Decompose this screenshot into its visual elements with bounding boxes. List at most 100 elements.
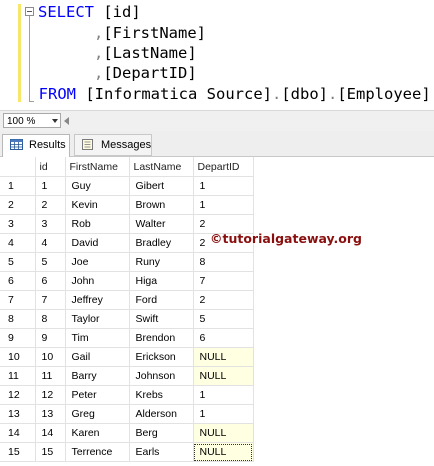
cell-id[interactable]: 3 (35, 214, 66, 234)
cell-id[interactable]: 9 (35, 328, 66, 348)
table-row[interactable]: 1 1 Guy Gibert 1 (0, 176, 254, 196)
cell-id[interactable]: 13 (35, 404, 66, 424)
cell-firstname[interactable]: Rob (65, 214, 130, 234)
row-number[interactable]: 3 (0, 214, 36, 234)
cell-lastname[interactable]: Runy (129, 252, 194, 272)
table-row[interactable]: 2 2 Kevin Brown 1 (0, 195, 254, 215)
row-number[interactable]: 11 (0, 366, 36, 386)
cell-firstname[interactable]: Guy (65, 176, 130, 196)
cell-firstname[interactable]: Gail (65, 347, 130, 367)
table-row[interactable]: 13 13 Greg Alderson 1 (0, 404, 254, 424)
row-number[interactable]: 5 (0, 252, 36, 272)
cell-lastname[interactable]: Bradley (129, 233, 194, 253)
cell-firstname[interactable]: Karen (65, 423, 130, 443)
row-number[interactable]: 9 (0, 328, 36, 348)
tab-messages[interactable]: Messages (74, 134, 152, 156)
row-number[interactable]: 1 (0, 176, 36, 196)
cell-lastname[interactable]: Brendon (129, 328, 194, 348)
cell-id[interactable]: 15 (35, 442, 66, 462)
column-header-lastname[interactable]: LastName (129, 157, 194, 177)
cell-id[interactable]: 10 (35, 347, 66, 367)
cell-departid[interactable]: 2 (193, 290, 254, 310)
cell-departid[interactable]: 8 (193, 252, 254, 272)
cell-firstname[interactable]: Terrence (65, 442, 130, 462)
cell-departid[interactable]: 1 (193, 404, 254, 424)
cell-departid[interactable]: 1 (193, 385, 254, 405)
row-number[interactable]: 8 (0, 309, 36, 329)
table-row[interactable]: 10 10 Gail Erickson NULL (0, 347, 254, 367)
cell-id[interactable]: 11 (35, 366, 66, 386)
cell-lastname[interactable]: Brown (129, 195, 194, 215)
cell-id[interactable]: 6 (35, 271, 66, 291)
cell-firstname[interactable]: Barry (65, 366, 130, 386)
cell-departid[interactable]: NULL (193, 442, 254, 462)
cell-lastname[interactable]: Krebs (129, 385, 194, 405)
table-row[interactable]: 7 7 Jeffrey Ford 2 (0, 290, 254, 310)
chevron-down-icon[interactable] (52, 119, 58, 123)
cell-id[interactable]: 1 (35, 176, 66, 196)
row-number[interactable]: 13 (0, 404, 36, 424)
table-row[interactable]: 5 5 Joe Runy 8 (0, 252, 254, 272)
cell-lastname[interactable]: Johnson (129, 366, 194, 386)
corner-cell[interactable] (0, 157, 36, 177)
zoom-select[interactable]: 100 % (3, 113, 61, 128)
cell-firstname[interactable]: David (65, 233, 130, 253)
sql-line-lastname: ,[LastName] (38, 43, 197, 64)
cell-firstname[interactable]: Greg (65, 404, 130, 424)
table-row[interactable]: 6 6 John Higa 7 (0, 271, 254, 291)
cell-id[interactable]: 2 (35, 195, 66, 215)
cell-lastname[interactable]: Earls (129, 442, 194, 462)
column-header-firstname[interactable]: FirstName (65, 157, 130, 177)
cell-firstname[interactable]: Joe (65, 252, 130, 272)
cell-departid[interactable]: 5 (193, 309, 254, 329)
row-number[interactable]: 4 (0, 233, 36, 253)
cell-firstname[interactable]: Tim (65, 328, 130, 348)
table-row[interactable]: 12 12 Peter Krebs 1 (0, 385, 254, 405)
cell-lastname[interactable]: Walter (129, 214, 194, 234)
cell-lastname[interactable]: Berg (129, 423, 194, 443)
cell-departid[interactable]: NULL (193, 366, 254, 386)
collapse-icon[interactable] (25, 7, 34, 16)
table-row[interactable]: 11 11 Barry Johnson NULL (0, 366, 254, 386)
tab-results[interactable]: Results (2, 134, 70, 157)
column-header-departid[interactable]: DepartID (193, 157, 254, 177)
cell-lastname[interactable]: Gibert (129, 176, 194, 196)
cell-departid[interactable]: NULL (193, 347, 254, 367)
table-row[interactable]: 8 8 Taylor Swift 5 (0, 309, 254, 329)
column-header-id[interactable]: id (35, 157, 66, 177)
cell-departid[interactable]: NULL (193, 423, 254, 443)
results-grid[interactable]: id FirstName LastName DepartID 1 1 Guy Gibe… (0, 157, 434, 466)
cell-departid[interactable]: 6 (193, 328, 254, 348)
row-number[interactable]: 14 (0, 423, 36, 443)
cell-departid[interactable]: 7 (193, 271, 254, 291)
cell-lastname[interactable]: Erickson (129, 347, 194, 367)
cell-firstname[interactable]: Peter (65, 385, 130, 405)
sql-editor[interactable]: SELECT [id] ,[FirstName] ,[LastName] ,[D… (0, 0, 434, 108)
cell-id[interactable]: 4 (35, 233, 66, 253)
cell-id[interactable]: 8 (35, 309, 66, 329)
row-number[interactable]: 10 (0, 347, 36, 367)
table-row[interactable]: 9 9 Tim Brendon 6 (0, 328, 254, 348)
table-row[interactable]: 15 15 Terrence Earls NULL (0, 442, 254, 462)
cell-departid[interactable]: 1 (193, 195, 254, 215)
row-number[interactable]: 15 (0, 442, 36, 462)
row-number[interactable]: 7 (0, 290, 36, 310)
row-number[interactable]: 2 (0, 195, 36, 215)
cell-lastname[interactable]: Swift (129, 309, 194, 329)
cell-id[interactable]: 5 (35, 252, 66, 272)
cell-firstname[interactable]: Kevin (65, 195, 130, 215)
cell-id[interactable]: 14 (35, 423, 66, 443)
cell-id[interactable]: 12 (35, 385, 66, 405)
cell-firstname[interactable]: Taylor (65, 309, 130, 329)
scroll-left-icon[interactable] (64, 117, 69, 125)
cell-lastname[interactable]: Higa (129, 271, 194, 291)
cell-lastname[interactable]: Ford (129, 290, 194, 310)
cell-id[interactable]: 7 (35, 290, 66, 310)
cell-firstname[interactable]: Jeffrey (65, 290, 130, 310)
row-number[interactable]: 6 (0, 271, 36, 291)
cell-departid[interactable]: 1 (193, 176, 254, 196)
table-row[interactable]: 14 14 Karen Berg NULL (0, 423, 254, 443)
cell-lastname[interactable]: Alderson (129, 404, 194, 424)
row-number[interactable]: 12 (0, 385, 36, 405)
cell-firstname[interactable]: John (65, 271, 130, 291)
